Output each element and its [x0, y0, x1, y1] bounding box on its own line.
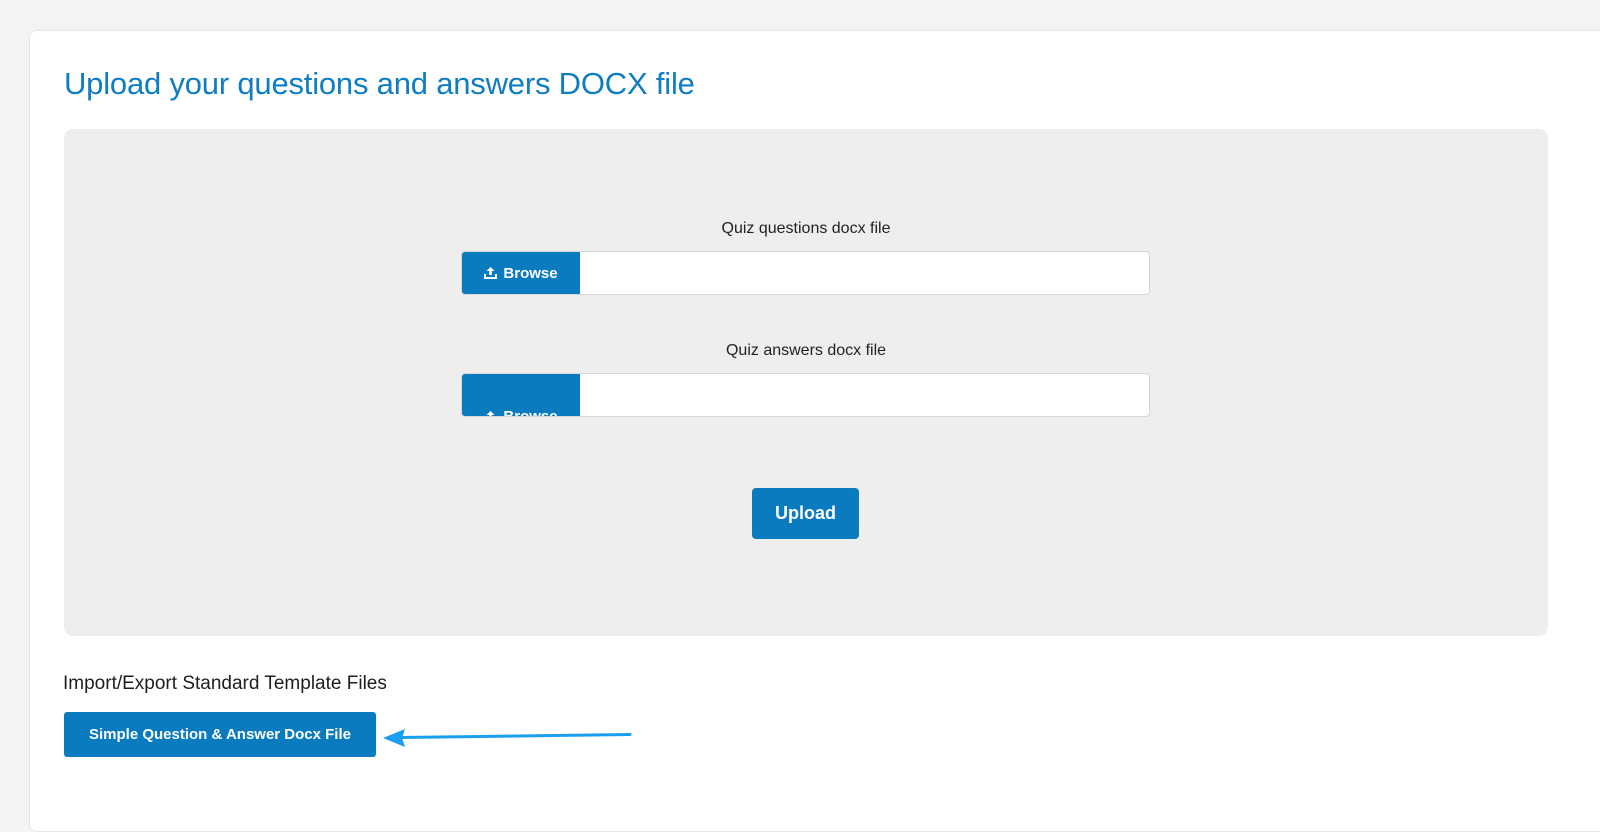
questions-file-input[interactable]: Browse	[461, 251, 1150, 295]
page-title: Upload your questions and answers DOCX f…	[64, 66, 695, 101]
upload-panel: Quiz questions docx file Browse Quiz ans…	[64, 129, 1548, 636]
template-files-heading: Import/Export Standard Template Files	[63, 673, 387, 694]
questions-file-name	[582, 252, 1149, 294]
answers-file-label: Quiz answers docx file	[725, 342, 887, 359]
upload-button[interactable]: Upload	[752, 488, 859, 539]
simple-qa-docx-button[interactable]: Simple Question & Answer Docx File	[64, 712, 376, 757]
browse-label: Browse	[503, 408, 558, 417]
questions-file-label: Quiz questions docx file	[721, 220, 891, 237]
questions-browse-button[interactable]: Browse	[462, 252, 580, 294]
upload-icon	[486, 410, 495, 416]
answers-file-input[interactable]: Browse	[461, 373, 1150, 417]
browse-label: Browse	[503, 264, 558, 282]
upload-icon	[484, 267, 498, 279]
arrow-left-icon	[383, 729, 632, 747]
answers-browse-button[interactable]: Browse	[462, 374, 580, 417]
answers-file-name	[582, 374, 1149, 416]
